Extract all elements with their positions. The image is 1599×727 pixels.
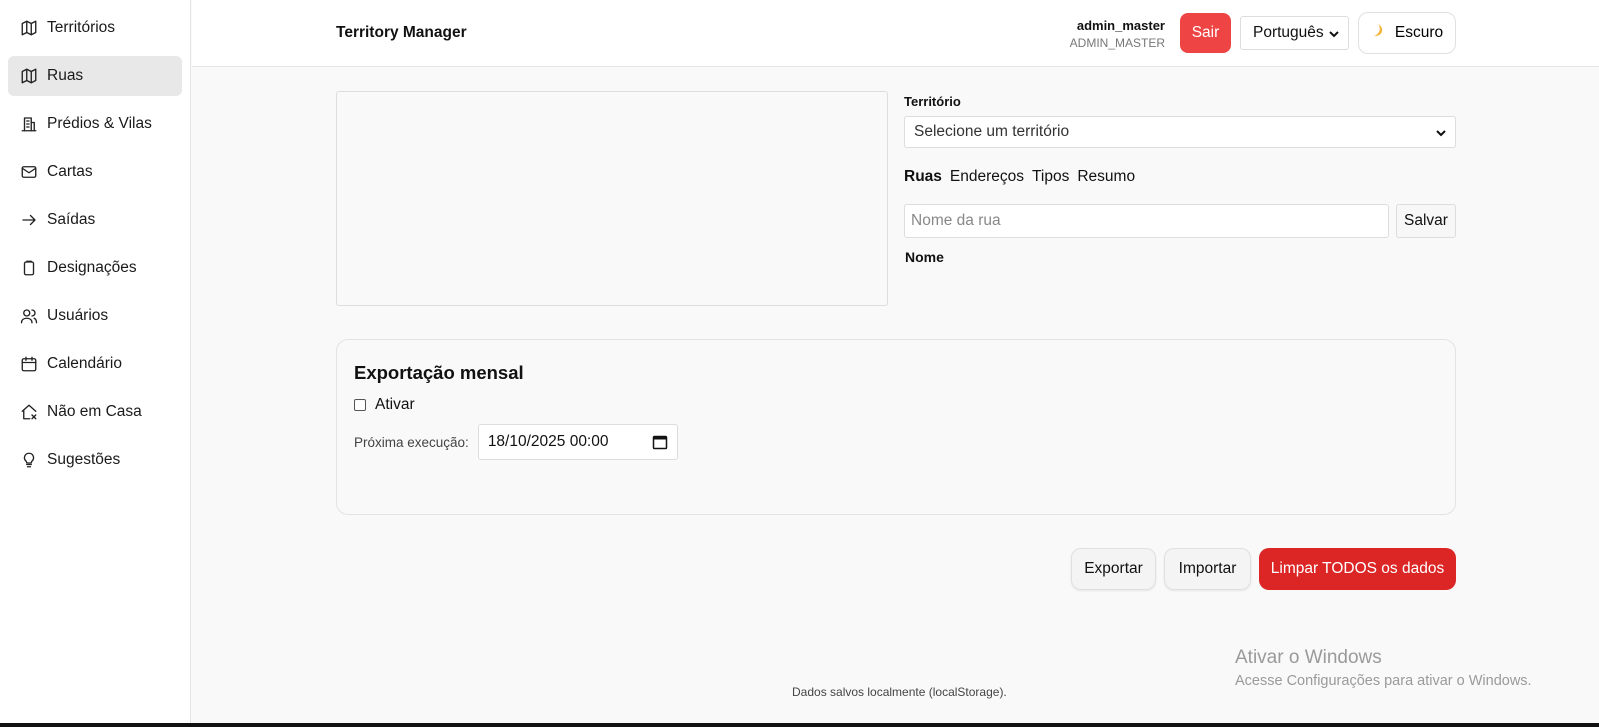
- sidebar-item-usuarios[interactable]: Usuários: [8, 296, 182, 336]
- sidebar-item-label: Saídas: [47, 211, 96, 228]
- calendar-icon: [20, 355, 38, 373]
- export-button[interactable]: Exportar: [1071, 548, 1156, 590]
- theme-label: Escuro: [1394, 24, 1444, 41]
- sidebar-item-label: Ruas: [47, 67, 84, 84]
- sidebar-item-cartas[interactable]: Cartas: [8, 152, 182, 192]
- users-icon: [20, 307, 38, 325]
- tab-resumo[interactable]: Resumo: [1077, 168, 1135, 186]
- sidebar-item-label: Não em Casa: [47, 403, 142, 420]
- sidebar-item-label: Territórios: [47, 19, 116, 36]
- mail-icon: [20, 163, 38, 181]
- next-run-datetime-input[interactable]: 18/10/2025 00:00: [477, 424, 678, 460]
- language-selected: Português: [1253, 24, 1324, 41]
- sidebar-item-label: Sugestões: [47, 451, 121, 468]
- street-name-input[interactable]: [904, 204, 1389, 238]
- moon-icon: [1371, 23, 1387, 44]
- sidebar-item-nao-em-casa[interactable]: Não em Casa: [8, 392, 182, 432]
- territory-label: Território: [904, 94, 961, 109]
- building-icon: [20, 115, 38, 133]
- map-container[interactable]: [336, 91, 888, 306]
- save-button[interactable]: Salvar: [1396, 204, 1456, 238]
- map-icon: [20, 67, 38, 85]
- sidebar-item-label: Designações: [47, 259, 137, 276]
- sidebar-item-label: Usuários: [47, 307, 109, 324]
- arrow-right-icon: [20, 211, 38, 229]
- sidebar-item-label: Cartas: [47, 163, 93, 180]
- table-header-name: Nome: [905, 249, 944, 265]
- sidebar-item-label: Calendário: [47, 355, 122, 372]
- language-select[interactable]: Português: [1240, 16, 1349, 50]
- lightbulb-icon: [20, 451, 38, 469]
- next-run-label: Próxima execução:: [354, 434, 469, 450]
- theme-toggle-button[interactable]: Escuro: [1358, 12, 1456, 54]
- logout-button[interactable]: Sair: [1180, 13, 1231, 53]
- clear-all-data-button[interactable]: Limpar TODOS os dados: [1259, 548, 1456, 590]
- sidebar-item-label: Prédios & Vilas: [47, 115, 152, 132]
- house-x-icon: [20, 403, 38, 421]
- sidebar: Territórios Ruas Prédios & Vilas Cartas …: [0, 0, 191, 723]
- territory-select[interactable]: Selecione um território: [904, 116, 1456, 148]
- user-name: admin_master: [1076, 18, 1165, 33]
- sidebar-item-predios-vilas[interactable]: Prédios & Vilas: [8, 104, 182, 144]
- chevron-down-icon: [1328, 27, 1340, 45]
- tab-tipos[interactable]: Tipos: [1032, 168, 1069, 186]
- top-header: Territory Manager admin_master ADMIN_MAS…: [192, 0, 1599, 67]
- user-info: admin_master ADMIN_MASTER: [1070, 18, 1165, 50]
- clipboard-icon: [20, 259, 38, 277]
- sidebar-item-designacoes[interactable]: Designações: [8, 248, 182, 288]
- territory-select-value: Selecione um território: [914, 123, 1070, 140]
- tab-ruas[interactable]: Ruas: [904, 168, 942, 186]
- user-role: ADMIN_MASTER: [1069, 36, 1165, 50]
- sidebar-item-saidas[interactable]: Saídas: [8, 200, 182, 240]
- chevron-down-icon: [1435, 126, 1447, 144]
- next-run-value: 18/10/2025 00:00: [487, 433, 609, 450]
- tab-enderecos[interactable]: Endereços: [950, 168, 1024, 186]
- monthly-export-card: Exportação mensal Ativar Próxima execuçã…: [336, 339, 1456, 515]
- next-run-row: Próxima execução: 18/10/2025 00:00: [354, 424, 678, 460]
- import-button[interactable]: Importar: [1164, 548, 1251, 590]
- enable-label: Ativar: [375, 396, 415, 413]
- sidebar-item-sugestoes[interactable]: Sugestões: [8, 440, 182, 480]
- enable-toggle[interactable]: Ativar: [354, 396, 415, 414]
- sidebar-item-territorios[interactable]: Territórios: [8, 8, 182, 48]
- taskbar-edge: [0, 723, 1599, 727]
- tab-bar: Ruas Endereços Tipos Resumo: [904, 168, 1135, 186]
- app-title: Territory Manager: [336, 24, 467, 41]
- watermark-title: Ativar o Windows: [1235, 647, 1382, 668]
- watermark-subtitle: Acesse Configurações para ativar o Windo…: [1235, 673, 1532, 689]
- enable-checkbox[interactable]: [354, 399, 366, 411]
- footer-note: Dados salvos localmente (localStorage).: [792, 685, 1007, 699]
- windows-activation-watermark: Ativar o Windows Acesse Configurações pa…: [1235, 647, 1532, 689]
- calendar-icon[interactable]: [652, 434, 668, 455]
- sidebar-item-ruas[interactable]: Ruas: [8, 56, 182, 96]
- sidebar-item-calendario[interactable]: Calendário: [8, 344, 182, 384]
- monthly-export-title: Exportação mensal: [354, 362, 524, 383]
- map-icon: [20, 19, 38, 37]
